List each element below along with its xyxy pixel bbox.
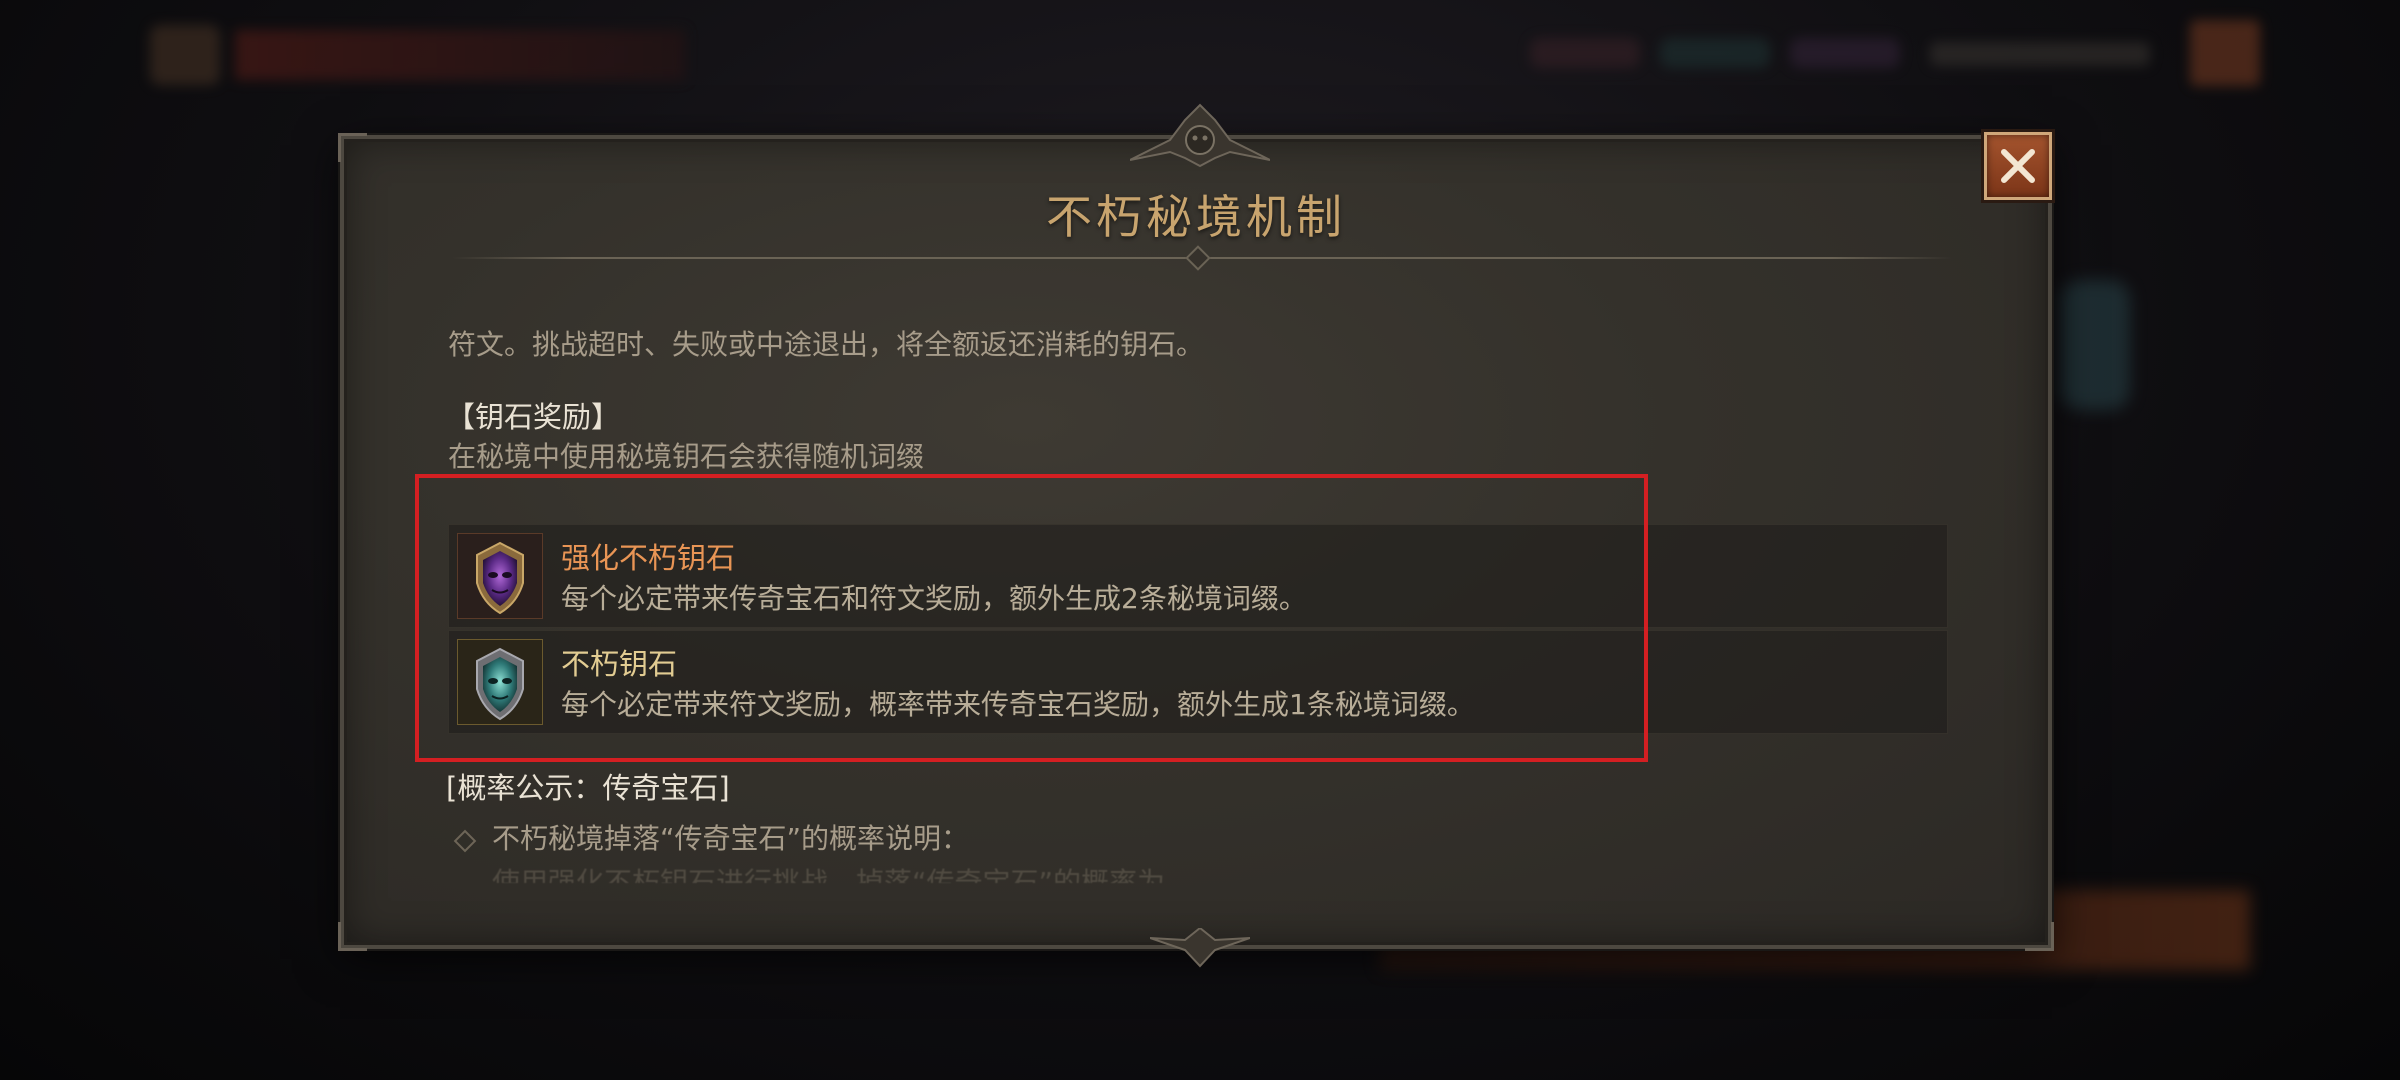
probability-bullet-text: 不朽秘境掉落“传奇宝石”的概率说明： [492, 822, 970, 855]
dialog-title: 不朽秘境机制 [1046, 190, 1346, 244]
blurred-top-bar [130, 20, 2270, 90]
keystone-section-heading: 【钥石奖励】 [446, 400, 621, 434]
blurred-side-item [2060, 280, 2130, 410]
divider-ornament [1185, 245, 1211, 271]
highlight-annotation-box [415, 474, 1648, 762]
close-icon [2001, 149, 2035, 183]
close-button[interactable] [1984, 132, 2052, 200]
intro-text: 符文。挑战超时、失败或中途退出，将全额返还消耗的钥石。 [448, 328, 1205, 361]
dialog-crest-ornament-icon [1130, 103, 1270, 168]
keystone-section-subtext: 在秘境中使用秘境钥石会获得随机词缀 [448, 440, 925, 473]
probability-faded-text: 使用强化不朽钥石进行挑战，掉落“传奇宝石”的概率为 [492, 866, 1166, 883]
bullet-diamond-icon [453, 829, 477, 853]
dialog-bottom-ornament-icon [1150, 928, 1250, 968]
probability-section-heading: [概率公示：传奇宝石] [446, 771, 730, 805]
